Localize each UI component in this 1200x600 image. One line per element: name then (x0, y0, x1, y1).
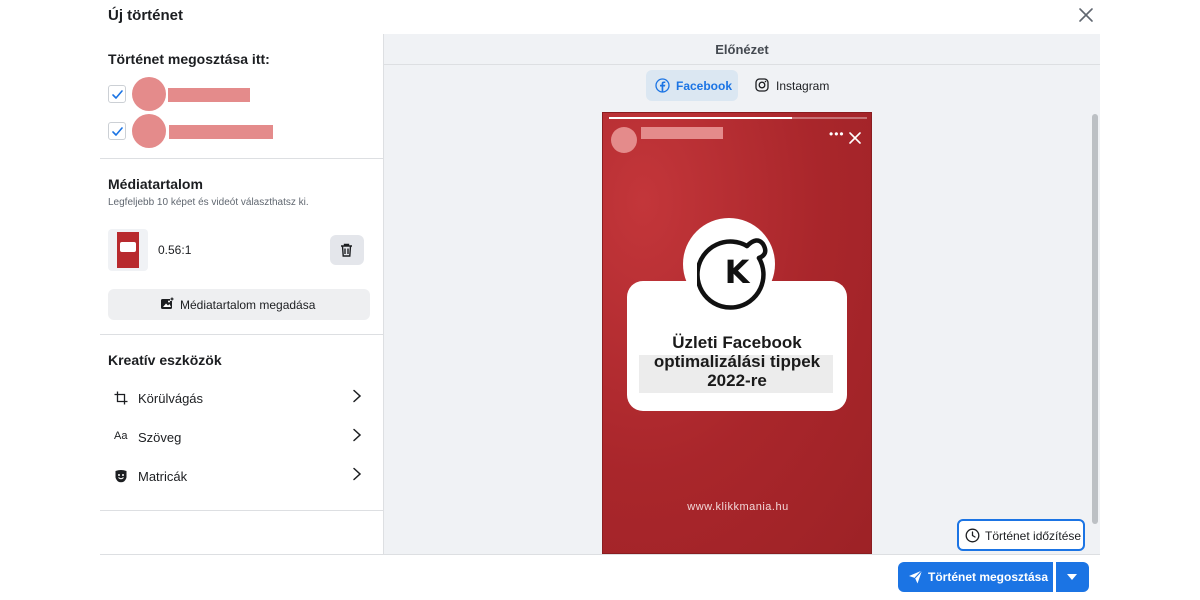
add-media-button[interactable]: Médiatartalom megadása (108, 289, 370, 320)
close-icon[interactable] (1076, 5, 1096, 25)
media-section: Médiatartalom Legfeljebb 10 képet és vid… (100, 159, 384, 335)
clock-icon (965, 528, 980, 546)
preview-panel: Előnézet Facebook Instagram ••• Üzleti F… (384, 34, 1100, 554)
facebook-icon (655, 78, 670, 96)
story-preview: ••• Üzleti Facebook optimalizálási tippe… (602, 112, 872, 554)
tab-facebook[interactable]: Facebook (646, 70, 738, 101)
tool-label: Szöveg (138, 430, 182, 445)
media-title: Médiatartalom (108, 176, 203, 192)
story-avatar (611, 127, 637, 153)
media-item: 0.56:1 (108, 229, 370, 271)
account-row[interactable] (108, 77, 378, 111)
account-name-redacted (168, 88, 250, 102)
story-progress-bar (609, 117, 867, 119)
tool-label: Körülvágás (138, 391, 204, 406)
tool-text[interactable]: Aa Szöveg (108, 422, 370, 452)
share-options-dropdown[interactable] (1056, 562, 1089, 592)
add-media-label: Médiatartalom megadása (180, 298, 316, 312)
klikkmania-logo: K (695, 230, 777, 315)
share-target-title: Történet megosztása itt: (108, 51, 270, 67)
send-icon (908, 570, 923, 587)
media-ratio: 0.56:1 (158, 243, 192, 257)
story-headline: Üzleti Facebook optimalizálási tippek 20… (653, 333, 821, 390)
story-url: www.klikkmania.hu (687, 501, 789, 513)
chevron-right-icon (352, 467, 362, 486)
account-row[interactable] (108, 114, 378, 148)
dialog-header: Új történet (0, 0, 1200, 34)
share-label: Történet megosztása (928, 570, 1049, 584)
avatar (132, 114, 166, 148)
account-name-redacted (169, 125, 273, 139)
media-thumbnail[interactable] (108, 229, 148, 271)
account-checkbox[interactable] (108, 85, 126, 103)
dialog-title: Új történet (108, 7, 183, 24)
add-photo-icon (160, 297, 174, 314)
tool-crop[interactable]: Körülvágás (108, 383, 370, 413)
creative-tools-title: Kreatív eszközök (108, 352, 222, 368)
preview-tabs: Facebook Instagram (646, 70, 846, 102)
tab-label: Instagram (776, 79, 830, 93)
crop-icon (114, 391, 132, 407)
schedule-label: Történet időzítése (985, 529, 1082, 543)
preview-scrollbar[interactable] (1092, 114, 1098, 524)
creative-tools-section: Kreatív eszközök Körülvágás Aa Szöveg Ma… (100, 335, 384, 511)
svg-text:K: K (725, 253, 751, 291)
instagram-icon (755, 78, 769, 95)
story-account-name-redacted (641, 127, 723, 139)
schedule-story-button[interactable]: Történet időzítése (957, 519, 1085, 551)
share-target-section: Történet megosztása itt: (100, 34, 384, 159)
story-close-icon[interactable] (849, 131, 861, 149)
tool-label: Matricák (138, 469, 188, 484)
media-subtitle: Legfeljebb 10 képet és videót választhat… (108, 197, 309, 208)
sticker-icon (114, 469, 132, 485)
preview-header: Előnézet (384, 34, 1100, 65)
account-checkbox[interactable] (108, 122, 126, 140)
tab-label: Facebook (676, 79, 733, 93)
avatar (132, 77, 166, 111)
more-icon[interactable]: ••• (829, 127, 845, 141)
chevron-right-icon (352, 428, 362, 447)
chevron-right-icon (352, 389, 362, 408)
share-story-button[interactable]: Történet megosztása (898, 562, 1053, 592)
settings-panel: Történet megosztása itt: Médiatartalom L… (100, 34, 384, 554)
delete-media-button[interactable] (330, 235, 364, 265)
text-icon: Aa (114, 430, 128, 442)
tab-instagram[interactable]: Instagram (746, 70, 836, 101)
tool-stickers[interactable]: Matricák (108, 461, 370, 491)
preview-title: Előnézet (715, 42, 769, 57)
